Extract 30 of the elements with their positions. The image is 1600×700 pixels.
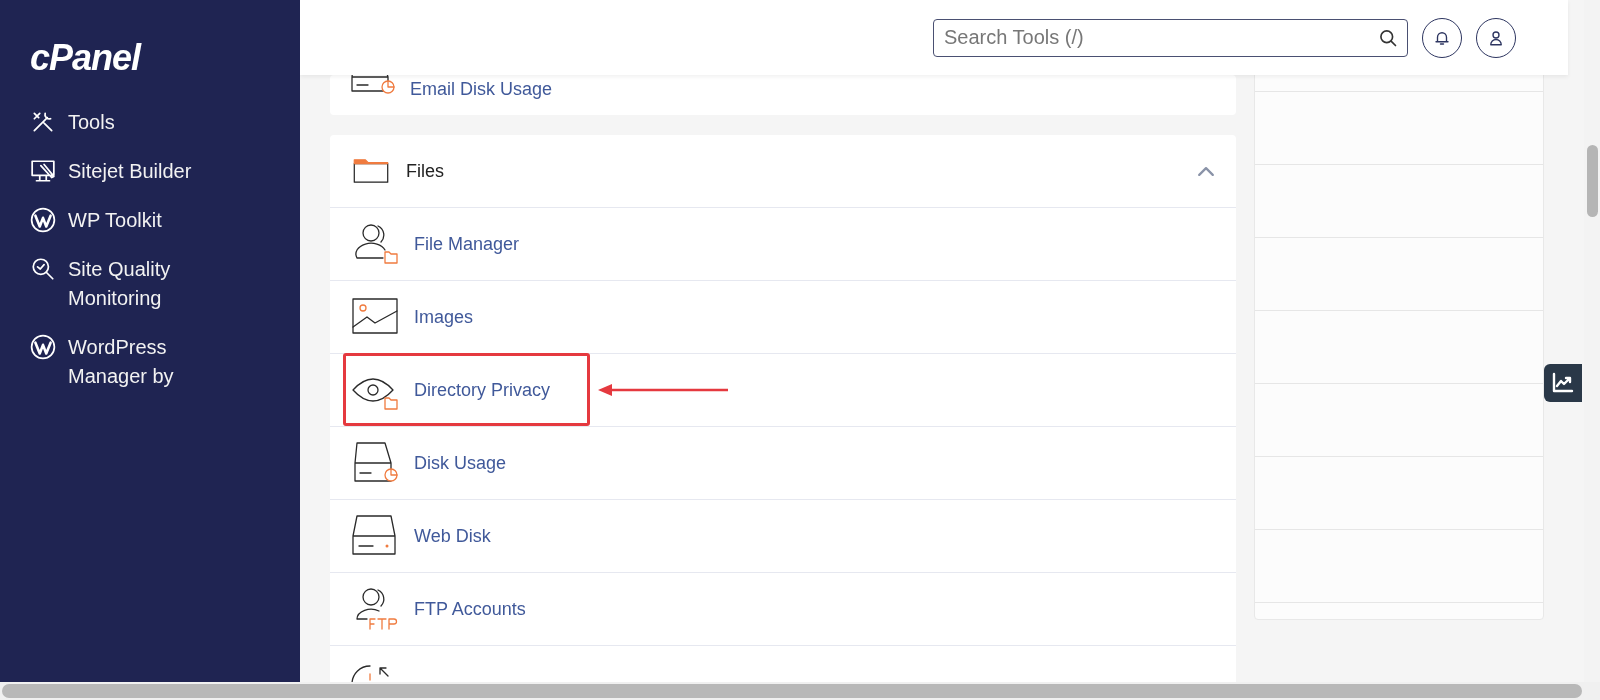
search-field[interactable]: Search Tools (/) (933, 18, 1408, 57)
tool-item[interactable]: Directory Privacy (330, 354, 1236, 427)
section-title: Files (406, 160, 445, 182)
notifications-button[interactable] (1422, 17, 1462, 58)
magnifier-check-icon (30, 256, 56, 282)
tool-item[interactable]: Email Disk Usage (330, 75, 1236, 115)
sidebar-item[interactable]: Site Quality Monitoring (30, 255, 218, 313)
sidebar-item[interactable]: WP Toolkit (30, 206, 162, 235)
sidebar-item[interactable]: Sitejet Builder (30, 157, 192, 186)
scrollbar-thumb[interactable] (1587, 145, 1598, 217)
search-icon (1378, 27, 1398, 48)
sidebar-item[interactable]: Tools (30, 108, 115, 137)
tool-item[interactable]: Web Disk (330, 500, 1236, 573)
stats-button[interactable] (1544, 364, 1582, 402)
tool-item[interactable]: Images (330, 281, 1236, 354)
horizontal-scrollbar[interactable] (2, 684, 1582, 698)
trend-chart-icon (1551, 371, 1575, 395)
sidebar-item[interactable]: WordPress Manager by (30, 333, 218, 391)
folder-icon (352, 158, 390, 184)
tool-item[interactable]: Disk Usage (330, 427, 1236, 500)
clock-arrow-icon (350, 664, 390, 682)
section-header[interactable]: Files (330, 135, 1236, 208)
wordpress-icon (30, 207, 56, 233)
cpanel-logo[interactable]: cPanel (30, 38, 141, 78)
user-icon (1487, 28, 1505, 47)
monitor-pencil-icon (30, 158, 56, 184)
tool-item[interactable]: FTP Accounts (330, 573, 1236, 646)
tool-item[interactable]: File Manager (330, 208, 1236, 281)
wordpress-icon (30, 334, 56, 360)
user-button[interactable] (1476, 17, 1516, 58)
